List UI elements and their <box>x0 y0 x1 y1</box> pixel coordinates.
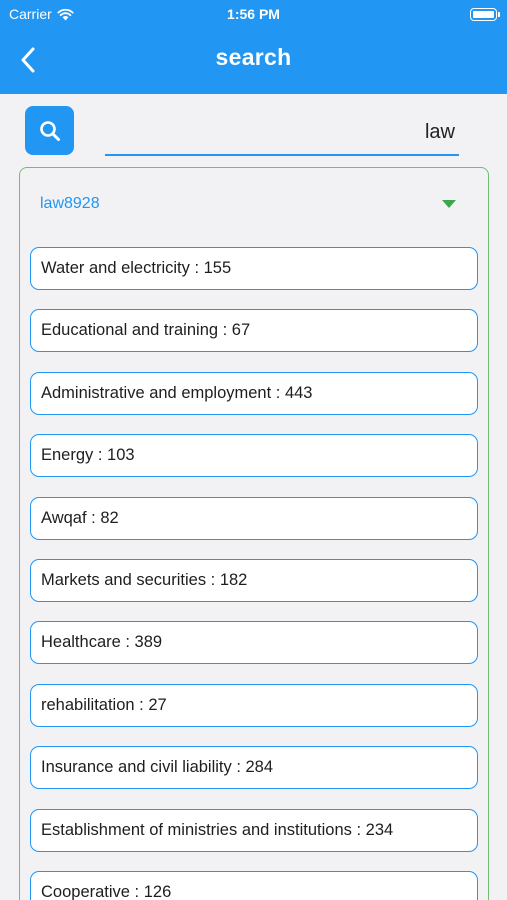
list-item[interactable]: Markets and securities : 182 <box>30 558 478 602</box>
status-time: 1:56 PM <box>227 6 280 22</box>
page-title: search <box>215 44 292 70</box>
list-item[interactable]: Administrative and employment : 443 <box>30 371 478 415</box>
list-item[interactable]: Establishment of ministries and institut… <box>30 808 478 852</box>
category-list: Water and electricity : 155 Educational … <box>30 247 478 900</box>
list-item[interactable]: Awqaf : 82 <box>30 496 478 540</box>
battery-icon <box>470 8 500 21</box>
list-item[interactable]: rehabilitation : 27 <box>30 683 478 727</box>
status-bar: Carrier 1:56 PM <box>0 6 507 24</box>
search-button[interactable] <box>25 106 74 155</box>
list-item[interactable]: Cooperative : 126 <box>30 870 478 900</box>
list-item[interactable]: Insurance and civil liability : 284 <box>30 746 478 790</box>
search-input[interactable] <box>105 110 459 154</box>
list-item[interactable]: Energy : 103 <box>30 434 478 478</box>
app-header: Carrier 1:56 PM search <box>0 0 507 94</box>
list-item[interactable]: Educational and training : 67 <box>30 309 478 353</box>
list-item[interactable]: Healthcare : 389 <box>30 621 478 665</box>
search-icon <box>39 120 60 141</box>
search-field[interactable] <box>105 110 459 156</box>
results-title: law8928 <box>40 195 100 212</box>
results-panel: law8928 Water and electricity : 155 Educ… <box>19 167 489 900</box>
results-header[interactable]: law8928 <box>20 168 488 240</box>
caret-down-icon[interactable] <box>442 200 456 208</box>
list-item[interactable]: Water and electricity : 155 <box>30 247 478 290</box>
